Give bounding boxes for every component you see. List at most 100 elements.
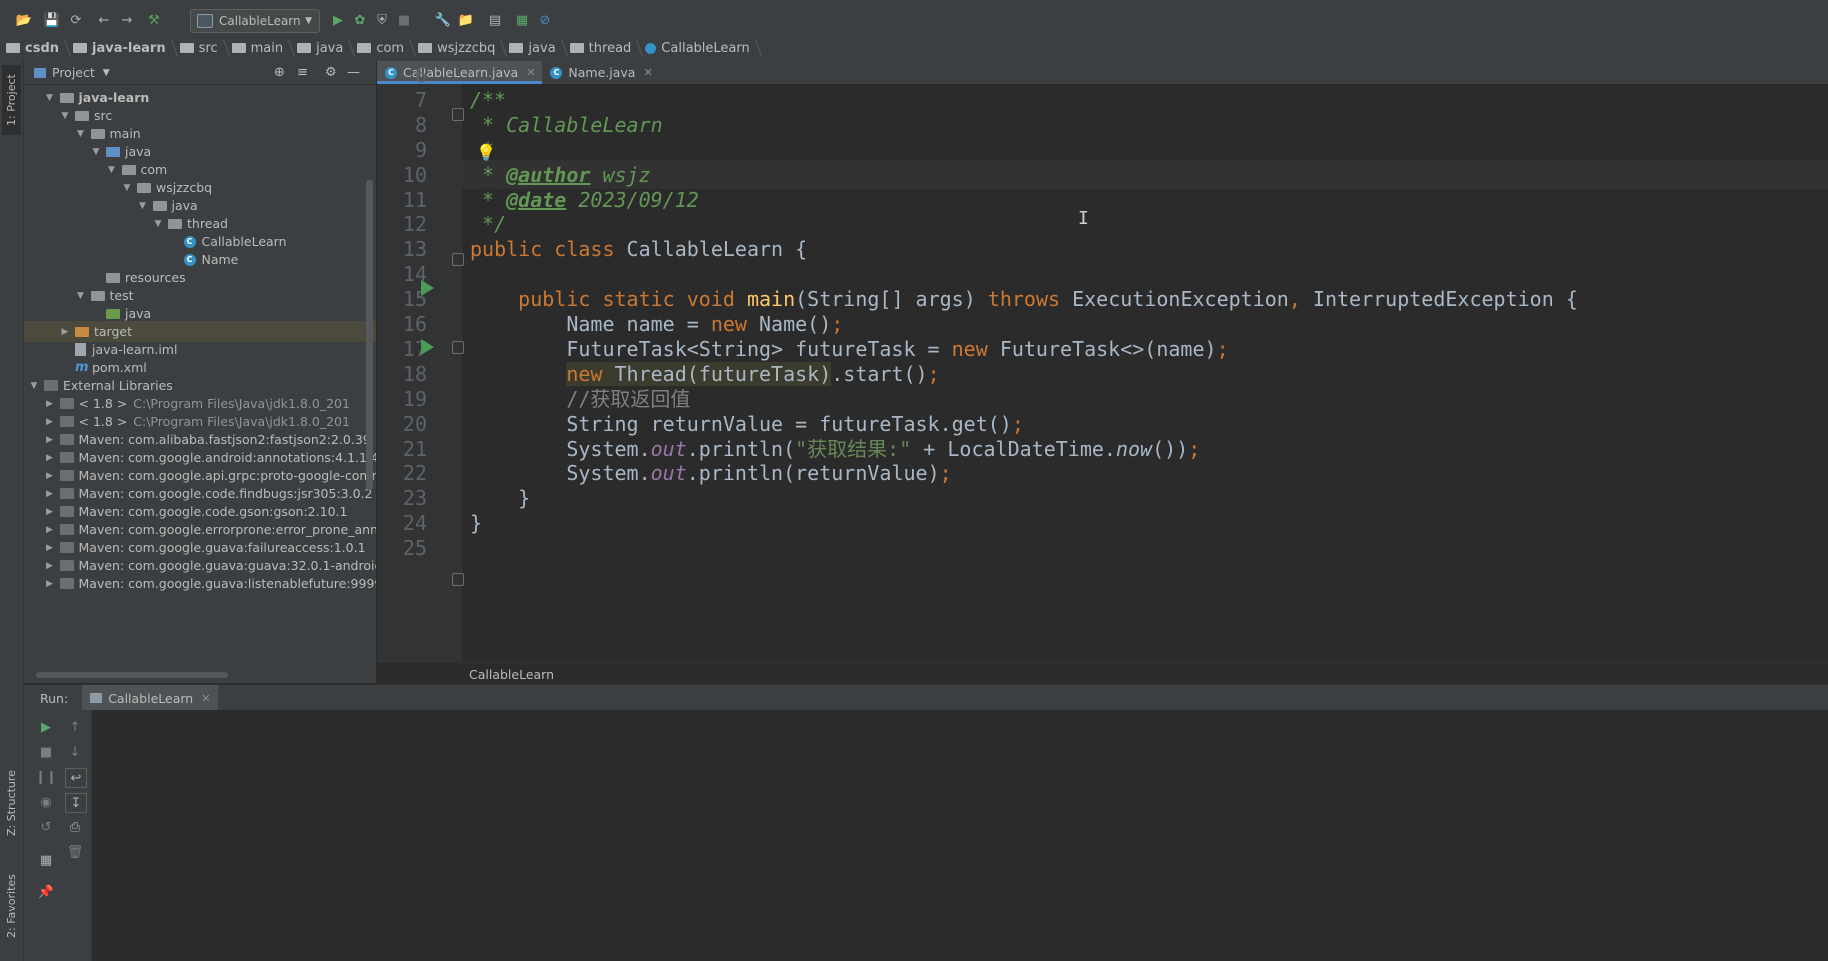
project-tool-tab[interactable]: 1: Project bbox=[2, 65, 21, 135]
breadcrumb-item[interactable]: thread bbox=[564, 35, 640, 61]
layout-icon[interactable]: ▦ bbox=[36, 851, 56, 869]
locate-icon[interactable]: ⊕ bbox=[274, 65, 285, 80]
code-line[interactable]: System.out.println(returnValue); bbox=[470, 459, 951, 488]
scroll-to-end-icon[interactable]: ↧ bbox=[65, 793, 87, 813]
close-icon[interactable]: ✕ bbox=[526, 66, 535, 79]
expand-arrow-icon[interactable]: ▼ bbox=[28, 381, 40, 391]
collapse-arrow-icon[interactable]: ▶ bbox=[44, 561, 56, 571]
expand-arrow-icon[interactable]: ▼ bbox=[75, 129, 87, 139]
editor-tab[interactable]: C Name.java ✕ bbox=[542, 61, 659, 84]
breadcrumb-item[interactable]: java bbox=[503, 35, 563, 61]
expand-arrow-icon[interactable]: ▼ bbox=[137, 201, 149, 211]
save-icon[interactable]: 💾 bbox=[42, 10, 62, 30]
forward-icon[interactable]: → bbox=[117, 10, 137, 30]
settings-icon[interactable]: 🔧 bbox=[433, 10, 453, 30]
expand-arrow-icon[interactable]: ▼ bbox=[44, 93, 56, 103]
collapse-arrow-icon[interactable]: ▶ bbox=[44, 453, 56, 463]
lightbulb-icon[interactable]: 💡 bbox=[476, 143, 496, 162]
expand-arrow-icon[interactable]: ▼ bbox=[75, 291, 87, 301]
expand-arrow-icon[interactable]: ▼ bbox=[106, 165, 118, 175]
tree-item-label: Maven: com.google.errorprone:error_prone… bbox=[78, 522, 377, 537]
pin-icon[interactable]: 📌 bbox=[36, 883, 56, 901]
tree-item[interactable]: ▶ Maven: com.google.guava:listenablefutur… bbox=[24, 573, 376, 594]
project-horizontal-scrollbar[interactable] bbox=[30, 671, 370, 679]
collapse-arrow-icon[interactable]: ▶ bbox=[44, 435, 56, 445]
fold-icon[interactable] bbox=[452, 108, 464, 121]
sync-icon[interactable]: ⟳ bbox=[66, 10, 86, 30]
trash-icon[interactable]: 🗑 bbox=[65, 843, 85, 861]
expand-arrow-icon[interactable]: ▼ bbox=[59, 111, 71, 121]
close-icon[interactable]: ✕ bbox=[643, 66, 652, 79]
collapse-arrow-icon[interactable]: ▶ bbox=[44, 525, 56, 535]
fold-icon[interactable] bbox=[452, 341, 464, 354]
code-line[interactable]: * CallableLearn bbox=[470, 111, 663, 140]
breadcrumb-label: CallableLearn bbox=[661, 40, 750, 56]
stop-icon[interactable]: ■ bbox=[36, 743, 56, 761]
exit-icon[interactable]: ↺ bbox=[36, 818, 56, 836]
tree-item-label: Maven: com.google.guava:listenablefuture… bbox=[78, 576, 377, 591]
expand-arrow-icon[interactable]: ▼ bbox=[121, 183, 133, 193]
run-gutter-icon[interactable] bbox=[421, 280, 434, 296]
rerun-icon[interactable]: ▶ bbox=[36, 718, 56, 736]
collapse-arrow-icon[interactable]: ▶ bbox=[44, 417, 56, 427]
project-tab-label: 1: Project bbox=[5, 74, 18, 126]
collapse-arrow-icon[interactable]: ▶ bbox=[59, 327, 71, 337]
breadcrumb-item[interactable]: csdn bbox=[0, 35, 67, 61]
tree-item-label: wsjzzcbq bbox=[156, 180, 213, 195]
breadcrumb-item[interactable]: wsjzzcbq bbox=[412, 35, 503, 61]
run-gutter-icon[interactable] bbox=[421, 339, 434, 355]
soft-wrap-icon[interactable]: ↩ bbox=[65, 768, 87, 788]
debug-icon[interactable]: ✿ bbox=[350, 10, 370, 30]
library-icon bbox=[59, 506, 74, 517]
block-icon[interactable]: ⊘ bbox=[535, 10, 555, 30]
camera-icon[interactable]: ◉ bbox=[36, 793, 56, 811]
folder-open-icon[interactable]: 📂 bbox=[14, 10, 34, 30]
vcs-icon[interactable]: ▦ bbox=[512, 10, 532, 30]
code-line[interactable]: public class CallableLearn { bbox=[470, 235, 807, 264]
collapse-all-icon[interactable]: ≡ bbox=[297, 65, 308, 80]
expand-arrow-icon[interactable]: ▼ bbox=[90, 147, 102, 157]
expand-arrow-icon[interactable]: ▼ bbox=[152, 219, 164, 229]
pause-icon[interactable]: ❙❙ bbox=[35, 768, 57, 786]
project-structure-icon[interactable]: 📁 bbox=[456, 10, 476, 30]
project-panel-title[interactable]: Project bbox=[52, 65, 95, 80]
collapse-arrow-icon[interactable]: ▶ bbox=[44, 543, 56, 553]
project-vertical-scrollbar[interactable] bbox=[366, 180, 373, 490]
breadcrumb-item[interactable]: java-learn bbox=[67, 35, 174, 61]
collapse-arrow-icon[interactable]: ▶ bbox=[44, 399, 56, 409]
gear-icon[interactable]: ⚙ bbox=[325, 65, 337, 80]
folder-icon bbox=[179, 43, 194, 53]
breadcrumb-item[interactable]: main bbox=[226, 35, 291, 61]
down-arrow-icon[interactable]: ↓ bbox=[65, 743, 85, 761]
run-console[interactable] bbox=[24, 710, 1828, 961]
run-config-dropdown[interactable]: CallableLearn ▼ bbox=[190, 9, 320, 33]
chevron-down-icon[interactable]: ▼ bbox=[103, 68, 110, 78]
build-icon[interactable]: ⚒ bbox=[144, 10, 164, 30]
collapse-arrow-icon[interactable]: ▶ bbox=[44, 471, 56, 481]
minimize-icon[interactable]: — bbox=[347, 65, 360, 80]
collapse-arrow-icon[interactable]: ▶ bbox=[44, 489, 56, 499]
up-arrow-icon[interactable]: ↑ bbox=[65, 718, 85, 736]
print-icon[interactable]: ⎙ bbox=[65, 818, 85, 836]
close-icon[interactable]: ✕ bbox=[201, 692, 210, 705]
fold-icon[interactable] bbox=[452, 573, 464, 586]
run-icon[interactable]: ▶ bbox=[328, 10, 348, 30]
folder-icon bbox=[168, 218, 182, 229]
collapse-arrow-icon[interactable]: ▶ bbox=[44, 579, 56, 589]
editor-breadcrumb-item[interactable]: CallableLearn bbox=[469, 667, 554, 682]
breadcrumb-item[interactable]: src bbox=[174, 35, 226, 61]
coverage-icon[interactable]: ⛨ bbox=[372, 10, 392, 30]
structure-tool-tab[interactable]: Z: Structure bbox=[2, 761, 21, 846]
code-line[interactable]: } bbox=[470, 509, 482, 538]
run-tab[interactable]: CallableLearn ✕ bbox=[82, 685, 219, 711]
breadcrumb-item[interactable]: CallableLearn bbox=[639, 35, 757, 61]
sdk-icon[interactable]: ▤ bbox=[485, 10, 505, 30]
breadcrumb-item[interactable]: com bbox=[351, 35, 412, 61]
fold-icon[interactable] bbox=[452, 253, 464, 266]
breadcrumb-item[interactable]: java bbox=[291, 35, 351, 61]
stop-icon[interactable]: ■ bbox=[394, 10, 414, 30]
back-icon[interactable]: ← bbox=[94, 10, 114, 30]
folder-icon bbox=[152, 200, 167, 211]
favorites-tool-tab[interactable]: 2: Favorites bbox=[2, 861, 21, 951]
collapse-arrow-icon[interactable]: ▶ bbox=[44, 507, 56, 517]
